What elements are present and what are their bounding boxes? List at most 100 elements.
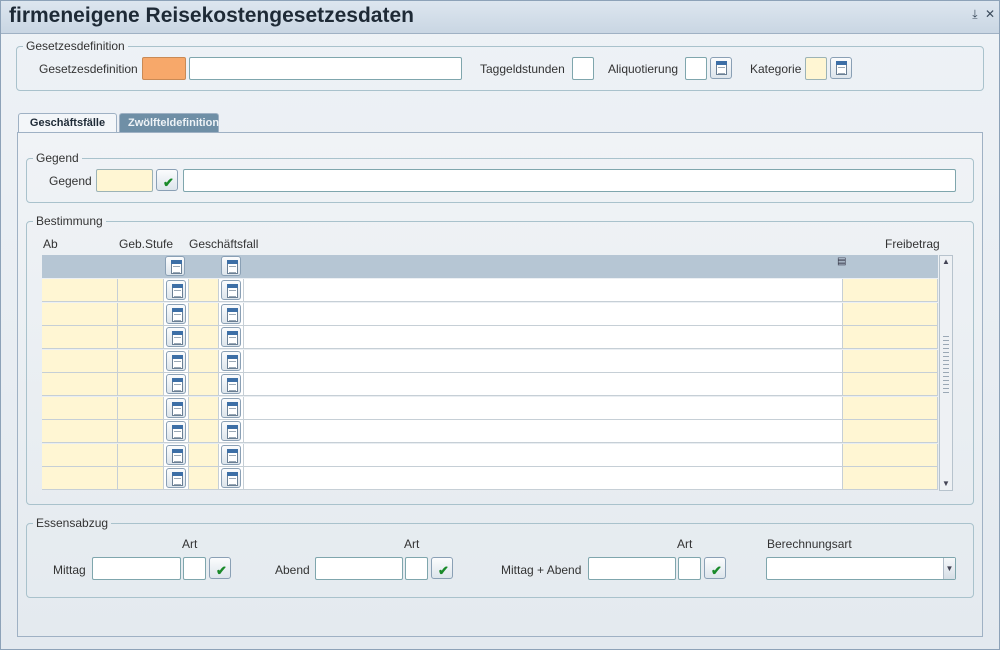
gegend-name-input[interactable] — [183, 169, 956, 192]
mittag-abend-art-input[interactable] — [678, 557, 701, 580]
mittag-abend-amount-input[interactable] — [588, 557, 676, 580]
kategorie-lov-button[interactable] — [830, 57, 852, 79]
cell-geschaeftsfall-lov[interactable] — [219, 279, 244, 302]
row-lov-button[interactable] — [166, 374, 186, 394]
cell-freibetrag[interactable] — [843, 396, 938, 420]
cell-geb-stufe[interactable] — [118, 420, 164, 443]
scroll-thumb[interactable] — [943, 336, 949, 396]
cell-freibetrag[interactable] — [843, 279, 938, 302]
cell-geschaeftsfall-name[interactable] — [244, 349, 843, 373]
tab-geschaeftsfaelle[interactable]: Geschäftsfälle — [18, 113, 117, 133]
row-lov-button[interactable] — [221, 327, 241, 347]
close-icon[interactable]: ✕ — [985, 7, 995, 21]
table-row[interactable] — [42, 443, 938, 467]
column-settings-icon[interactable]: ▤ — [837, 256, 846, 267]
cell-geschaeftsfall-code[interactable] — [189, 349, 219, 373]
cell-geschaeftsfall-code[interactable] — [189, 420, 219, 443]
abend-amount-input[interactable] — [315, 557, 403, 580]
cell-geschaeftsfall-code[interactable] — [189, 467, 219, 490]
cell-geschaeftsfall-lov[interactable] — [219, 467, 244, 490]
cell-freibetrag[interactable] — [843, 326, 938, 349]
cell-geb-stufe-lov[interactable] — [164, 467, 189, 490]
row-lov-button[interactable] — [166, 350, 186, 371]
cell-geschaeftsfall-code[interactable] — [189, 396, 219, 420]
row-lov-button[interactable] — [166, 303, 186, 324]
cell-ab[interactable] — [42, 420, 118, 443]
tab-zwoelfteldefinition[interactable]: Zwölfteldefinition — [119, 113, 219, 133]
cell-geschaeftsfall-code[interactable] — [189, 302, 219, 326]
cell-geb-stufe[interactable] — [118, 302, 164, 326]
cell-geb-stufe[interactable] — [118, 279, 164, 302]
cell-geb-stufe-lov[interactable] — [164, 373, 189, 396]
cell-freibetrag[interactable] — [843, 467, 938, 490]
gesetzesdefinition-code-input[interactable] — [142, 57, 186, 80]
table-row[interactable] — [42, 396, 938, 420]
row-lov-button[interactable] — [166, 421, 186, 441]
cell-ab[interactable] — [42, 373, 118, 396]
minimize-icon[interactable]: ⤓ — [972, 7, 977, 21]
chevron-down-icon[interactable]: ▼ — [943, 558, 955, 579]
cell-geschaeftsfall-lov[interactable] — [219, 373, 244, 396]
cell-geb-stufe-lov[interactable] — [164, 420, 189, 443]
cell-ab[interactable] — [42, 302, 118, 326]
gegend-code-input[interactable] — [96, 169, 153, 192]
cell-geschaeftsfall-name[interactable] — [244, 326, 843, 349]
table-row[interactable] — [42, 302, 938, 326]
cell-geschaeftsfall-code[interactable] — [189, 279, 219, 302]
row-lov-button[interactable] — [221, 444, 241, 465]
berechnungsart-select[interactable]: ▼ — [766, 557, 956, 580]
table-row[interactable] — [42, 349, 938, 373]
row-lov-button[interactable] — [166, 444, 186, 465]
cell-freibetrag[interactable] — [843, 373, 938, 396]
abend-art-lov-button[interactable]: ✔ — [431, 557, 453, 579]
cell-geb-stufe-lov[interactable] — [164, 279, 189, 302]
cell-geschaeftsfall-code[interactable] — [189, 443, 219, 467]
cell-ab[interactable] — [42, 326, 118, 349]
table-row[interactable] — [42, 326, 938, 349]
row-lov-button[interactable] — [221, 350, 241, 371]
cell-geschaeftsfall-name[interactable] — [244, 302, 843, 326]
mittag-abend-art-lov-button[interactable]: ✔ — [704, 557, 726, 579]
cell-geb-stufe[interactable] — [118, 396, 164, 420]
row-lov-button[interactable] — [221, 468, 241, 488]
table-row[interactable] — [42, 420, 938, 443]
row-lov-button[interactable] — [221, 280, 241, 300]
geb-stufe-filter-lov-button[interactable] — [165, 256, 185, 276]
row-lov-button[interactable] — [221, 421, 241, 441]
gegend-lov-button[interactable]: ✔ — [156, 169, 178, 191]
cell-geschaeftsfall-name[interactable] — [244, 396, 843, 420]
cell-ab[interactable] — [42, 279, 118, 302]
row-lov-button[interactable] — [166, 468, 186, 488]
cell-geschaeftsfall-code[interactable] — [189, 326, 219, 349]
aliquotierung-input[interactable] — [685, 57, 707, 80]
cell-ab[interactable] — [42, 396, 118, 420]
cell-ab[interactable] — [42, 467, 118, 490]
cell-geb-stufe-lov[interactable] — [164, 396, 189, 420]
kategorie-input[interactable] — [805, 57, 827, 80]
taggeldstunden-input[interactable] — [572, 57, 594, 80]
cell-geb-stufe[interactable] — [118, 373, 164, 396]
cell-ab[interactable] — [42, 443, 118, 467]
cell-geschaeftsfall-name[interactable] — [244, 279, 843, 302]
cell-geb-stufe[interactable] — [118, 443, 164, 467]
cell-freibetrag[interactable] — [843, 302, 938, 326]
cell-geb-stufe[interactable] — [118, 349, 164, 373]
cell-freibetrag[interactable] — [843, 443, 938, 467]
row-lov-button[interactable] — [221, 397, 241, 418]
cell-geschaeftsfall-lov[interactable] — [219, 396, 244, 420]
mittag-art-lov-button[interactable]: ✔ — [209, 557, 231, 579]
cell-geb-stufe[interactable] — [118, 326, 164, 349]
grid-scrollbar[interactable]: ▲ ▼ — [939, 255, 953, 491]
row-lov-button[interactable] — [221, 374, 241, 394]
cell-geb-stufe-lov[interactable] — [164, 349, 189, 373]
cell-geschaeftsfall-name[interactable] — [244, 443, 843, 467]
table-row[interactable] — [42, 373, 938, 396]
cell-geschaeftsfall-lov[interactable] — [219, 326, 244, 349]
cell-geschaeftsfall-lov[interactable] — [219, 349, 244, 373]
table-row[interactable] — [42, 279, 938, 302]
row-lov-button[interactable] — [221, 303, 241, 324]
cell-geschaeftsfall-lov[interactable] — [219, 443, 244, 467]
row-lov-button[interactable] — [166, 280, 186, 300]
aliquotierung-lov-button[interactable] — [710, 57, 732, 79]
cell-geb-stufe[interactable] — [118, 467, 164, 490]
